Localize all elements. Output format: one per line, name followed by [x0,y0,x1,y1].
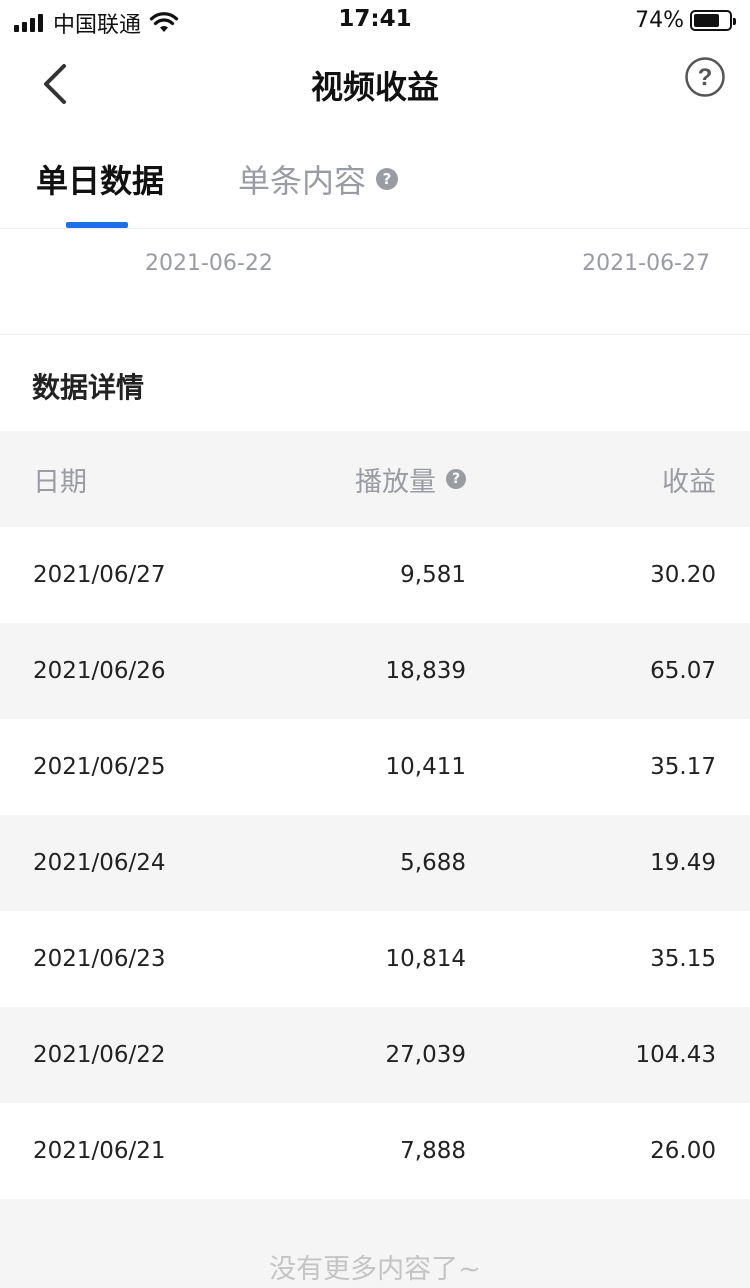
header-views-label: 播放量 [355,466,436,498]
question-info-icon[interactable]: ? [446,469,466,489]
tab-daily-data[interactable]: 单日数据 [36,156,164,202]
status-bar: 中国联通 17:41 74% [0,0,750,42]
row-date: 2021/06/24 [33,850,166,876]
data-table: 日期 播放量 ? 收益 2021/06/27 9,581 30.20 2021/… [0,431,750,1199]
battery-level [694,14,719,27]
row-income: 65.07 [650,658,716,684]
row-income: 26.00 [650,1138,716,1164]
table-row: 2021/06/27 9,581 30.20 [0,527,750,623]
battery-tip [733,18,736,25]
row-date: 2021/06/22 [33,1042,166,1068]
row-income: 30.20 [650,562,716,588]
table-header: 日期 播放量 ? 收益 [0,431,750,527]
list-footer: 没有更多内容了~ [0,1199,750,1288]
row-views: 7,888 [400,1138,466,1164]
table-row: 2021/06/23 10,814 35.15 [0,911,750,1007]
row-views: 18,839 [385,658,466,684]
row-income: 19.49 [650,850,716,876]
battery-percentage: 74% [635,8,684,33]
tab-bar: 单日数据 单条内容 ? [0,126,750,228]
header-date: 日期 [33,466,87,498]
row-date: 2021/06/27 [33,562,166,588]
page-title: 视频收益 [310,68,439,106]
row-date: 2021/06/21 [33,1138,166,1164]
date-range-end: 2021-06-27 [582,251,710,276]
row-income: 104.43 [635,1042,716,1068]
row-views: 10,411 [385,754,466,780]
table-row: 2021/06/22 27,039 104.43 [0,1007,750,1103]
date-range-start: 2021-06-22 [145,251,273,276]
row-income: 35.15 [650,946,716,972]
status-right: 74% [635,8,736,33]
header-views: 播放量 ? [355,431,466,527]
row-views: 9,581 [400,562,466,588]
divider [0,334,750,335]
tab-label: 单条内容 [238,162,367,200]
question-circle-icon[interactable]: ? [684,56,726,98]
svg-text:?: ? [698,64,713,91]
tab-label: 单日数据 [36,162,165,200]
row-date: 2021/06/26 [33,658,166,684]
row-income: 35.17 [650,754,716,780]
section-title: 数据详情 [32,371,145,404]
table-row: 2021/06/26 18,839 65.07 [0,623,750,719]
row-views: 5,688 [400,850,466,876]
row-date: 2021/06/23 [33,946,166,972]
header-income: 收益 [662,466,716,498]
row-date: 2021/06/25 [33,754,166,780]
table-row: 2021/06/21 7,888 26.00 [0,1103,750,1199]
no-more-content-text: 没有更多内容了~ [269,1254,481,1285]
tab-single-content[interactable]: 单条内容 ? [238,156,399,202]
row-views: 10,814 [385,946,466,972]
date-range: 2021-06-22 2021-06-27 [0,229,750,334]
table-row: 2021/06/24 5,688 19.49 [0,815,750,911]
battery-icon [690,10,736,31]
row-views: 27,039 [385,1042,466,1068]
table-row: 2021/06/25 10,411 35.17 [0,719,750,815]
nav-bar: 视频收益 ? [0,42,750,126]
question-info-icon[interactable]: ? [376,168,399,190]
